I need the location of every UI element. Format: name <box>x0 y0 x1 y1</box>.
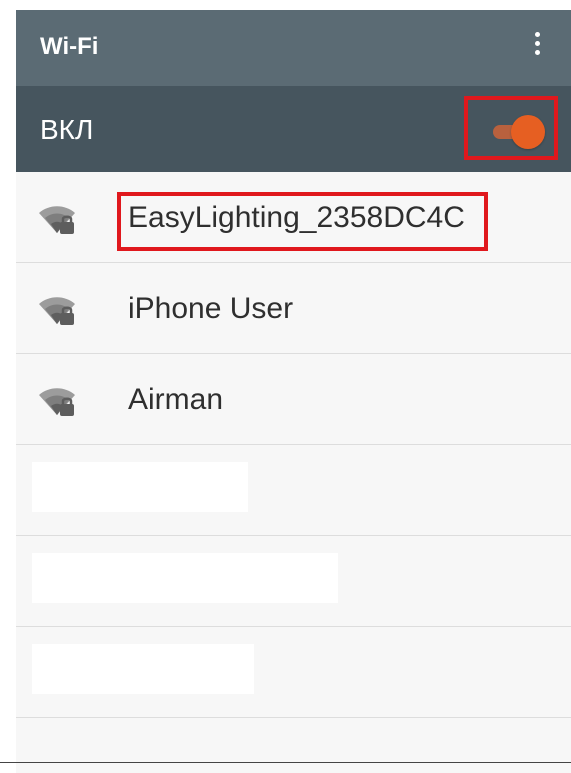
wifi-settings-screen: Wi-Fi ВКЛ EasyLighting_2358DC4C iPhone U… <box>16 10 571 773</box>
placeholder-block <box>32 644 254 694</box>
wifi-switch-bar: ВКЛ <box>16 86 571 172</box>
more-options-button[interactable] <box>524 26 550 60</box>
placeholder-row <box>16 536 571 627</box>
page-title: Wi-Fi <box>40 33 99 60</box>
bottom-divider <box>0 762 571 763</box>
placeholder-block <box>32 553 338 603</box>
toggle-thumb <box>511 115 545 149</box>
network-name: Airman <box>128 383 224 416</box>
top-app-bar: Wi-Fi <box>16 10 571 86</box>
network-name: iPhone User <box>128 292 294 325</box>
more-vert-icon <box>534 31 540 37</box>
network-list: EasyLighting_2358DC4C iPhone User Airman <box>16 172 571 718</box>
network-row[interactable]: EasyLighting_2358DC4C <box>16 172 571 263</box>
network-row[interactable]: iPhone User <box>16 263 571 354</box>
wifi-toggle-highlight[interactable] <box>464 96 558 160</box>
wifi-lock-icon <box>39 297 75 325</box>
wifi-lock-icon <box>39 388 75 416</box>
more-vert-icon-dot <box>534 49 540 55</box>
placeholder-block <box>32 462 248 512</box>
placeholder-row <box>16 445 571 536</box>
wifi-lock-icon <box>39 206 75 234</box>
more-vert-icon-dot <box>534 40 540 46</box>
placeholder-row <box>16 627 571 718</box>
wifi-state-label: ВКЛ <box>40 114 94 145</box>
network-highlight-box <box>117 192 488 251</box>
network-row[interactable]: Airman <box>16 354 571 445</box>
